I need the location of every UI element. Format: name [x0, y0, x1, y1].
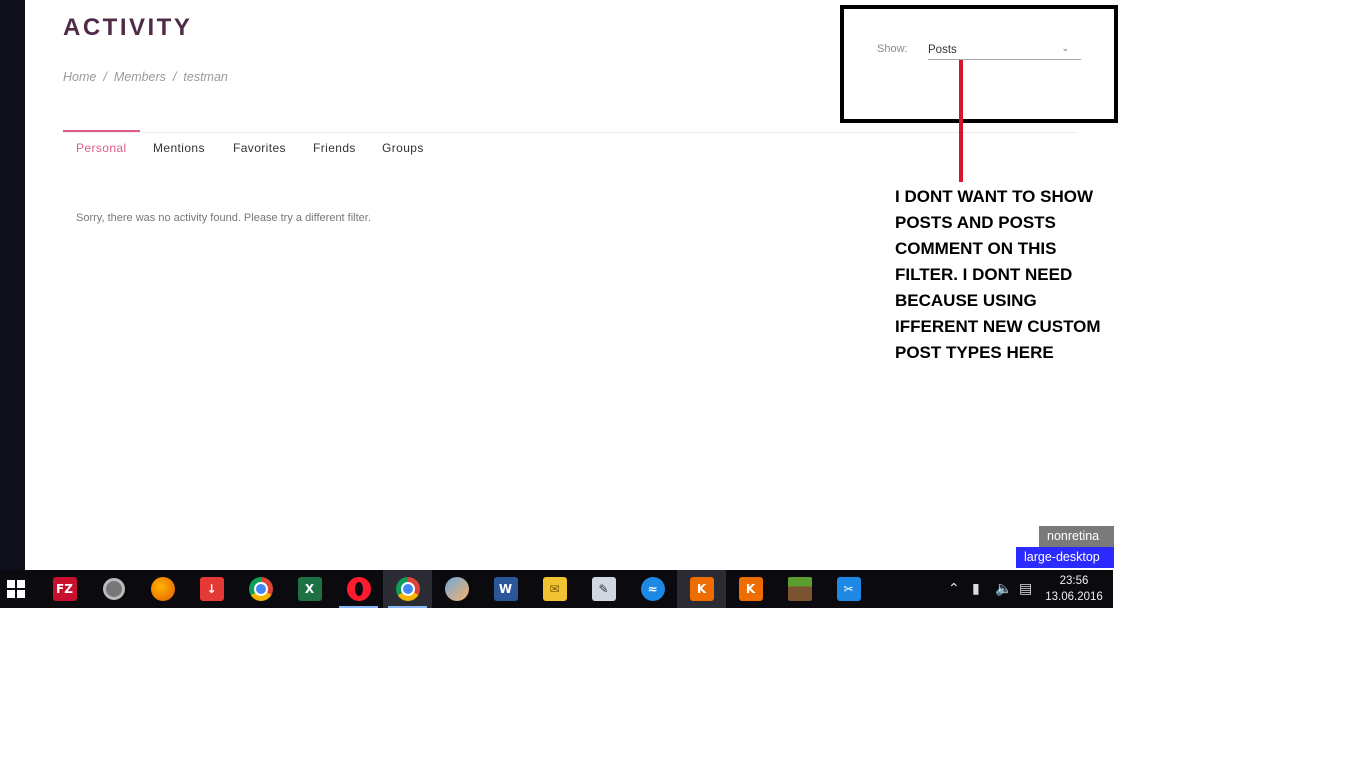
filezilla-icon[interactable]: FZ: [40, 570, 89, 608]
annotation-text: I DONT WANT TO SHOW POSTS AND POSTS COMM…: [895, 184, 1125, 366]
tab-friends[interactable]: Friends: [313, 141, 356, 155]
k-app-2-icon[interactable]: K: [726, 570, 775, 608]
breadcrumb-members[interactable]: Members: [114, 70, 166, 84]
notifications-icon[interactable]: ▤: [1019, 570, 1032, 608]
paint-icon[interactable]: [432, 570, 481, 608]
tab-mentions[interactable]: Mentions: [153, 141, 205, 155]
firefox-icon[interactable]: [138, 570, 187, 608]
minecraft-icon[interactable]: [775, 570, 824, 608]
filter-selected-value: Posts: [928, 44, 957, 56]
tab-personal[interactable]: Personal: [76, 141, 127, 155]
tab-favorites[interactable]: Favorites: [233, 141, 286, 155]
battery-icon[interactable]: ▮: [972, 570, 980, 608]
retina-badge: nonretina: [1039, 526, 1114, 547]
annotation-line: POST TYPES HERE: [895, 343, 1054, 362]
tray-chevron-up-icon[interactable]: ⌃: [948, 570, 960, 608]
opera-icon[interactable]: [334, 570, 383, 608]
breadcrumb: Home / Members / testman: [63, 70, 228, 84]
chrome-icon[interactable]: [236, 570, 285, 608]
web-icon[interactable]: ≈: [628, 570, 677, 608]
annotation-pointer-line: [959, 60, 963, 182]
annotation-line: COMMENT ON THIS: [895, 239, 1057, 258]
annotation-line: POSTS AND POSTS: [895, 213, 1056, 232]
clock-date: 13.06.2016: [1045, 591, 1103, 603]
app-gray-icon[interactable]: [89, 570, 138, 608]
breakpoint-badge: large-desktop: [1016, 547, 1114, 568]
annotation-line: I DONT WANT TO SHOW: [895, 187, 1094, 206]
snipping-tool-icon[interactable]: ✂: [824, 570, 873, 608]
breadcrumb-home[interactable]: Home: [63, 70, 96, 84]
excel-icon[interactable]: X: [285, 570, 334, 608]
filezilla-glyph: FZ: [52, 577, 77, 601]
annotation-line: FILTER. I DONT NEED: [895, 265, 1073, 284]
breadcrumb-current: testman: [183, 70, 228, 84]
notes-icon[interactable]: ✎: [579, 570, 628, 608]
filter-highlight-box: Show: Posts ⌄: [840, 5, 1118, 123]
clock-time: 23:56: [1059, 575, 1089, 587]
empty-activity-message: Sorry, there was no activity found. Plea…: [76, 212, 371, 224]
word-icon[interactable]: W: [481, 570, 530, 608]
activity-filter-select[interactable]: Posts ⌄: [928, 42, 1081, 60]
windows-start-icon[interactable]: [0, 570, 40, 608]
annotation-line: BECAUSE USING: [895, 291, 1037, 310]
chevron-down-icon: ⌄: [1061, 43, 1069, 53]
system-clock[interactable]: 23:56 13.06.2016: [1040, 573, 1108, 605]
volume-icon[interactable]: 🔈: [995, 570, 1012, 608]
windows-taskbar: FZ ↓ X W ✉ ✎ ≈ K K ✂ ⌃ ▮ 🔈 ▤ 23:56 13.06…: [0, 570, 1113, 608]
k-app-icon[interactable]: K: [677, 570, 726, 608]
mail-icon[interactable]: ✉: [530, 570, 579, 608]
tabs-divider: [63, 132, 1078, 133]
download-icon[interactable]: ↓: [187, 570, 236, 608]
left-sidebar-strip: [0, 0, 25, 570]
annotation-line: IFFERENT NEW CUSTOM: [895, 317, 1101, 336]
chrome-user-icon[interactable]: [383, 570, 432, 608]
tab-groups[interactable]: Groups: [382, 141, 424, 155]
filter-label: Show:: [877, 43, 908, 55]
page-title: ACTIVITY: [63, 14, 193, 41]
